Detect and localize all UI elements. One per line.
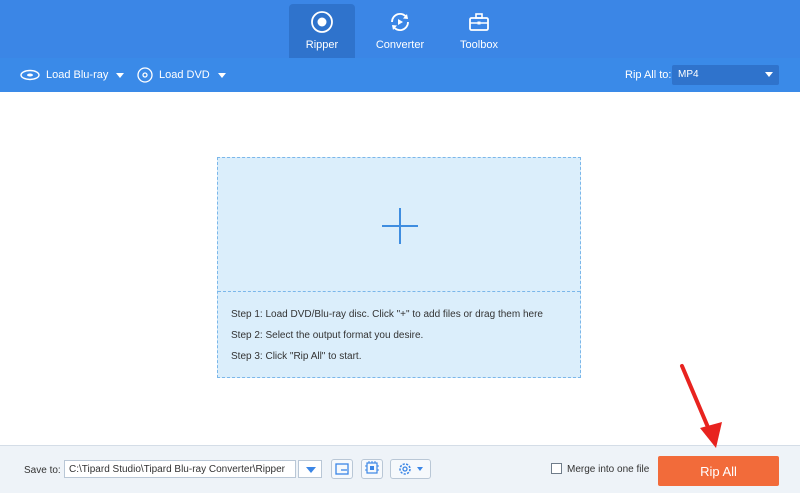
convert-icon (391, 12, 409, 32)
save-path-field[interactable] (64, 460, 296, 478)
settings-dropdown-button[interactable] (390, 459, 431, 479)
chevron-down-icon (116, 72, 125, 78)
load-bluray-label: Load Blu-ray (46, 69, 109, 81)
chevron-down-icon (306, 467, 316, 473)
bluray-disc-icon (20, 69, 40, 81)
add-file-button[interactable] (382, 208, 418, 244)
footer-bar: Save to: Merge into one file Rip All (0, 445, 800, 493)
format-value: MP4 (678, 69, 699, 80)
rip-all-to-label: Rip All to: (625, 69, 672, 81)
disc-icon (311, 11, 333, 33)
save-to-label: Save to: (24, 465, 61, 476)
cpu-icon (365, 461, 379, 474)
file-drop-zone[interactable]: Step 1: Load DVD/Blu-ray disc. Click "+"… (217, 157, 581, 378)
save-path-dropdown[interactable] (298, 460, 322, 478)
step-3-text: Step 3: Click "Rip All" to start. (231, 351, 362, 362)
hardware-acceleration-button[interactable] (361, 459, 383, 479)
open-folder-button[interactable] (331, 459, 353, 479)
toolbox-icon (469, 13, 489, 31)
format-select-box[interactable]: MP4 (672, 65, 779, 85)
step-2-text: Step 2: Select the output format you des… (231, 330, 424, 341)
tab-ripper-label: Ripper (305, 39, 339, 51)
folder-icon (335, 463, 349, 475)
step-1-text: Step 1: Load DVD/Blu-ray disc. Click "+"… (231, 309, 543, 320)
load-dvd-label: Load DVD (159, 69, 210, 81)
chevron-down-icon (217, 72, 226, 78)
rip-all-button[interactable]: Rip All (658, 456, 779, 486)
tab-converter[interactable]: Converter (367, 4, 433, 58)
load-bluray-button[interactable]: Load Blu-ray (20, 58, 125, 92)
merge-checkbox[interactable] (551, 463, 562, 474)
load-dvd-button[interactable]: Load DVD (137, 58, 226, 92)
tab-toolbox[interactable]: Toolbox (446, 4, 512, 58)
output-format-select[interactable]: MP4 (672, 65, 779, 85)
top-nav: Ripper Converter Toolbox (0, 0, 800, 58)
annotation-arrow-icon (680, 364, 722, 448)
chevron-down-icon (765, 72, 773, 77)
dropzone-divider (218, 291, 580, 292)
dvd-disc-icon (137, 67, 153, 83)
tab-converter-label: Converter (375, 39, 425, 51)
tab-ripper[interactable]: Ripper (289, 4, 355, 58)
tab-toolbox-label: Toolbox (460, 39, 498, 51)
gear-icon (399, 463, 423, 475)
merge-label: Merge into one file (567, 464, 650, 475)
